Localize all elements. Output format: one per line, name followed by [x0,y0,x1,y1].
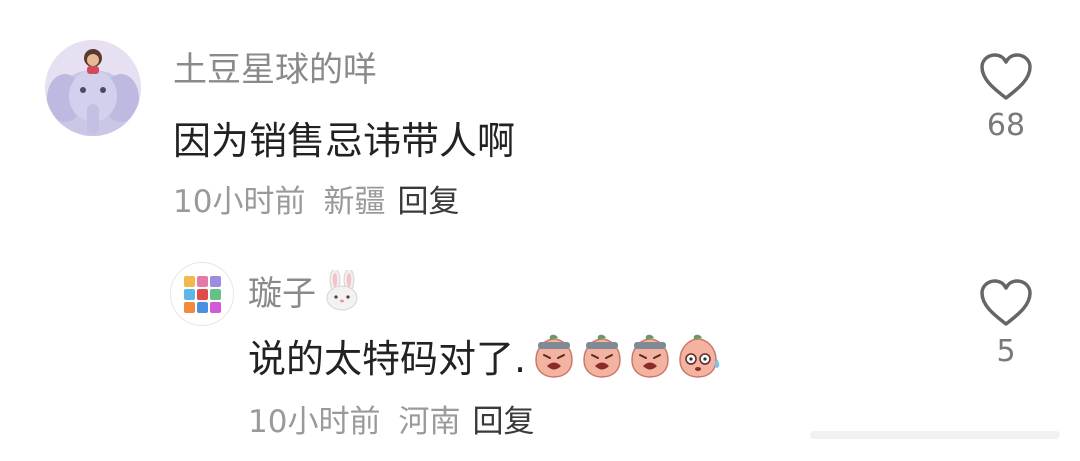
crying-peach-emoji [583,334,621,378]
username-text: 璇子 [248,274,316,314]
comment-region: 河南 [398,404,461,440]
comment-item: 土豆星球的咩 因为销售忌讳带人啊 10小时前 新疆 回复 68 [0,0,1080,230]
watermark-image [810,431,1060,439]
comment-text: 因为销售忌讳带人啊 [173,119,516,163]
comment-username[interactable]: 土豆星球的咩 [173,42,377,91]
color-grid-avatar-image [171,263,233,325]
avatar[interactable] [45,40,141,136]
heart-outline-icon [980,279,1032,326]
crying-peach-emoji [631,334,669,378]
rabbit-face-icon [326,269,358,310]
heart-outline-icon [980,53,1032,100]
like-count: 68 [986,108,1026,143]
like-button[interactable]: 68 [976,52,1036,143]
comment-text-content: 说的太特码对了. [248,337,527,381]
like-count: 5 [996,334,1016,369]
crying-peach-emoji [535,334,573,378]
reply-button[interactable]: 回复 [397,176,459,221]
comment-text: 说的太特码对了. [248,328,724,383]
comment-meta: 10小时前 河南 回复 [248,396,534,441]
avatar[interactable] [170,262,234,326]
like-button[interactable]: 5 [976,278,1036,369]
sweating-peach-emoji [679,334,720,378]
reply-button[interactable]: 回复 [472,396,534,441]
comment-time: 10小时前 [248,404,381,440]
comment-username[interactable]: 璇子 [248,266,362,315]
comment-meta: 10小时前 新疆 回复 [173,176,459,221]
comment-time: 10小时前 [173,184,306,220]
comment-region: 新疆 [323,184,386,220]
elephant-avatar-image [45,40,141,136]
